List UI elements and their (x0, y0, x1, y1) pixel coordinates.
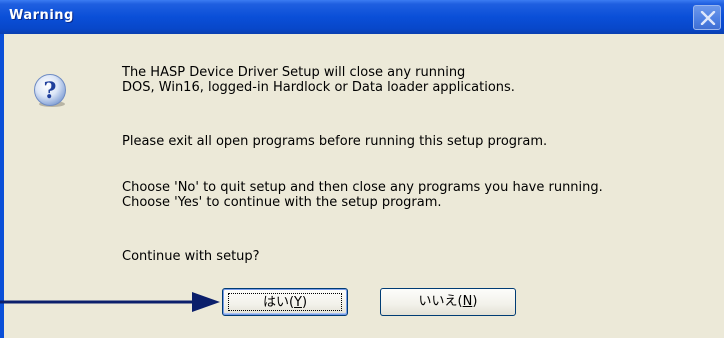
message-line-4: Choose 'No' to quit setup and then close… (122, 180, 603, 195)
message-line-2: DOS, Win16, logged-in Hardlock or Data l… (122, 80, 515, 95)
yes-button-label: はい( (262, 295, 295, 310)
dialog-title: Warning (9, 8, 74, 23)
no-button-label: いいえ( (418, 294, 463, 309)
message-line-3: Please exit all open programs before run… (122, 134, 548, 149)
warning-dialog: Warning ? The HASP Device Driver Setup w… (0, 0, 724, 338)
question-icon: ? (34, 74, 66, 107)
yes-button-suffix: ) (301, 295, 308, 310)
yes-button[interactable]: はい(Y) (222, 288, 348, 316)
yes-button-accelerator: Y (294, 295, 302, 310)
no-button-accelerator: N (462, 294, 473, 309)
title-bar[interactable]: Warning (0, 0, 724, 34)
svg-text:?: ? (44, 78, 57, 104)
message-line-1: The HASP Device Driver Setup will close … (122, 65, 466, 80)
pointer-arrow-icon (0, 292, 220, 312)
focus-rectangle: はい(Y) (228, 293, 342, 311)
no-button[interactable]: いいえ(N) (380, 288, 516, 316)
no-button-suffix: ) (472, 294, 478, 309)
close-icon (700, 11, 716, 25)
message-line-5: Choose 'Yes' to continue with the setup … (122, 195, 442, 210)
close-button[interactable] (693, 5, 721, 30)
continue-prompt: Continue with setup? (122, 249, 260, 264)
